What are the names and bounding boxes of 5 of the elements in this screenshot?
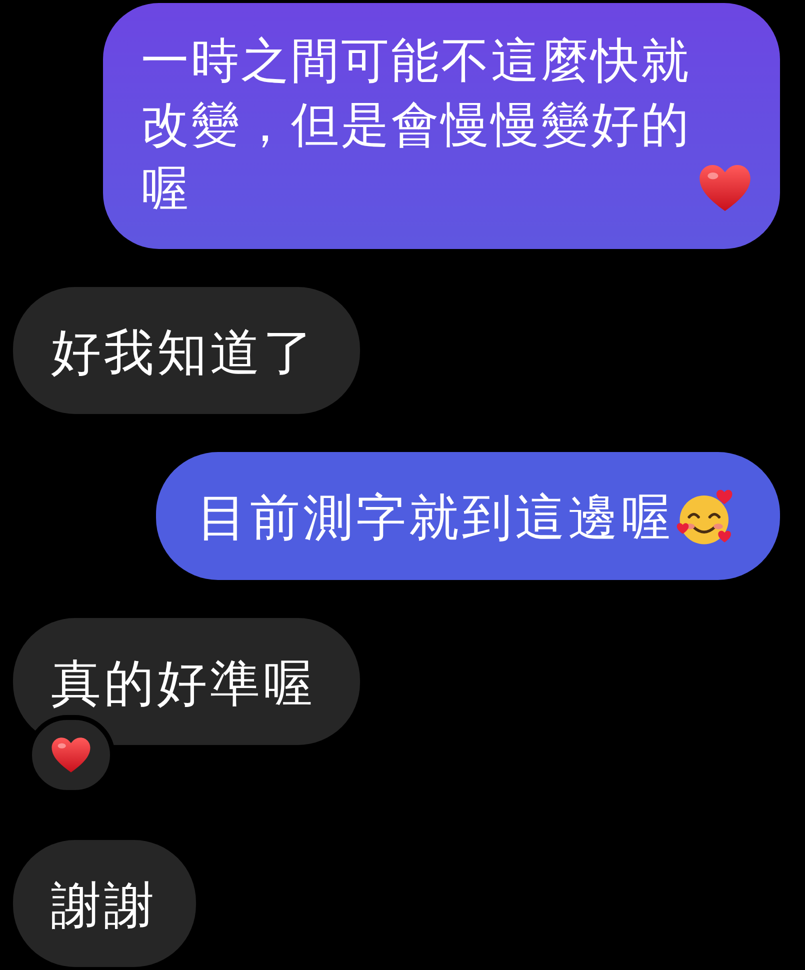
message-text: 目前測字就到這邊喔 [197, 488, 674, 547]
message-text: 謝謝 [51, 876, 157, 934]
message-text: 真的好準喔 [51, 654, 316, 712]
message-text: 一時之間可能不這麼快就改變，但是會慢慢變好的喔 [141, 32, 692, 219]
message-text: 好我知道了 [51, 323, 316, 382]
